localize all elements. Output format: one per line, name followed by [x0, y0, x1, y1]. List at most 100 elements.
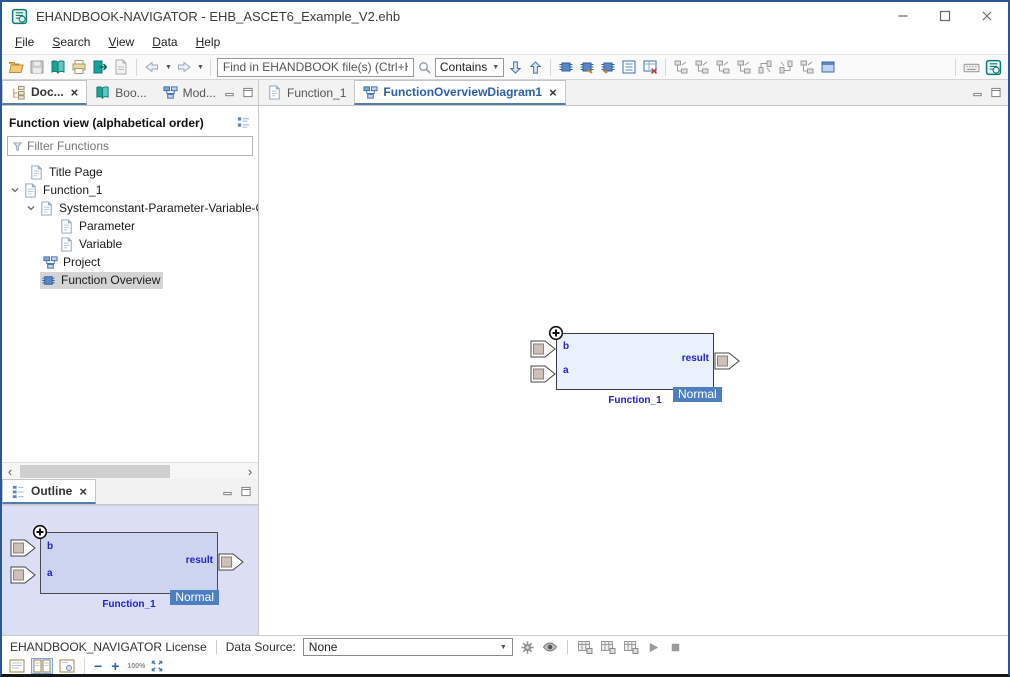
close-button[interactable] [966, 2, 1008, 30]
find-previous-icon[interactable] [527, 59, 544, 76]
diagram-canvas[interactable]: b a result Normal Function_1 [259, 106, 1008, 635]
ehandbook-icon[interactable] [49, 58, 67, 76]
expander-icon[interactable] [24, 203, 38, 213]
scrollbar-track[interactable] [18, 465, 242, 478]
calibration-grid-icon-3[interactable] [623, 639, 639, 655]
project-diagram-icon [43, 255, 58, 270]
input-port-icon[interactable] [530, 340, 556, 358]
diagram-nav-icon-1[interactable] [672, 58, 690, 76]
app-window: EHANDBOOK-NAVIGATOR - EHB_ASCET6_Example… [0, 0, 1010, 677]
tab-function-1[interactable]: Function_1 [259, 80, 354, 105]
navigator-help-icon[interactable] [984, 58, 1003, 77]
expand-diagram-icon[interactable] [777, 58, 795, 76]
maximize-view-icon[interactable] [240, 486, 251, 497]
tree-item-parameter[interactable]: Parameter [2, 217, 258, 235]
output-port-icon[interactable] [714, 352, 740, 370]
tab-book-view[interactable]: Boo... [87, 80, 154, 105]
start-measurement-icon[interactable] [646, 640, 661, 655]
pdf-export-icon[interactable] [112, 58, 130, 76]
new-window-icon[interactable] [819, 58, 837, 76]
single-page-view-icon[interactable] [6, 658, 28, 674]
thumbnail-view-icon[interactable] [56, 658, 78, 674]
contains-dropdown[interactable]: Contains ▼ [435, 58, 504, 77]
minimize-view-icon[interactable] [224, 87, 235, 98]
close-tab-icon[interactable]: × [79, 484, 87, 499]
find-next-icon[interactable] [507, 59, 524, 76]
menu-data[interactable]: Data [143, 32, 186, 52]
function-nav-icon[interactable] [578, 58, 596, 76]
print-icon[interactable] [70, 58, 88, 76]
menu-view[interactable]: View [99, 32, 143, 52]
calibration-grid-icon-1[interactable] [577, 639, 593, 655]
save-icon[interactable] [28, 58, 46, 76]
toolbar-right-group [952, 58, 1003, 77]
function-block[interactable]: b a result [556, 333, 714, 390]
export-icon[interactable] [91, 58, 109, 76]
filter-input[interactable] [27, 139, 249, 153]
tree-item-variable[interactable]: Variable [2, 235, 258, 253]
maximize-view-icon[interactable] [242, 87, 253, 98]
document-icon [59, 219, 74, 234]
calibration-grid-icon-2[interactable] [600, 639, 616, 655]
fit-to-screen-icon[interactable] [150, 659, 164, 673]
horizontal-scrollbar[interactable]: ‹ › [2, 462, 258, 479]
diagram-nav-icon-3[interactable] [714, 58, 732, 76]
search-icon[interactable] [417, 60, 432, 75]
window-title: EHANDBOOK-NAVIGATOR - EHB_ASCET6_Example… [36, 9, 400, 24]
view-controls [224, 80, 260, 105]
dropdown-caret-icon: ▼ [500, 644, 507, 651]
zoom-in-button[interactable]: + [108, 660, 122, 673]
tree-item-systemconstant[interactable]: Systemconstant-Parameter-Variable-C [2, 199, 258, 217]
close-tab-icon[interactable]: × [71, 85, 79, 100]
minimize-button[interactable] [882, 2, 924, 30]
forward-icon[interactable] [175, 58, 193, 76]
diagram-nav-icon-2[interactable] [693, 58, 711, 76]
scroll-left-icon[interactable]: ‹ [2, 464, 18, 479]
scrollbar-thumb[interactable] [20, 465, 170, 478]
scroll-right-icon[interactable]: › [242, 464, 258, 479]
diagram-overview-icon[interactable] [798, 58, 816, 76]
back-icon[interactable] [143, 58, 161, 76]
minimize-view-icon[interactable] [972, 87, 983, 98]
component-nav-icon[interactable] [599, 58, 617, 76]
left-panel: Doc... × Boo... Mod... Function view (al [2, 80, 259, 635]
outline-preview[interactable]: b a result Normal Function_1 [2, 505, 258, 635]
view-menu-icon[interactable] [236, 115, 251, 130]
tree-item-title-page[interactable]: Title Page [2, 163, 258, 181]
menu-file[interactable]: File [6, 32, 43, 52]
menu-search[interactable]: Search [43, 32, 99, 52]
expand-block-icon[interactable] [548, 325, 564, 341]
minimize-view-icon[interactable] [222, 486, 233, 497]
tab-outline[interactable]: Outline × [2, 479, 96, 504]
collapse-diagram-icon[interactable] [756, 58, 774, 76]
menu-help[interactable]: Help [187, 32, 230, 52]
tree-item-function-overview[interactable]: Function Overview [2, 271, 258, 289]
function-add-icon[interactable] [557, 58, 575, 76]
expander-icon[interactable] [8, 185, 22, 195]
close-tab-icon[interactable]: × [549, 85, 557, 100]
data-source-view-icon[interactable] [542, 639, 558, 655]
two-page-view-icon[interactable] [31, 658, 53, 674]
forward-dropdown-icon[interactable]: ▼ [197, 64, 204, 71]
open-file-icon[interactable] [7, 58, 25, 76]
table-remove-icon[interactable] [641, 58, 659, 76]
input-port-icon[interactable] [530, 365, 556, 383]
back-dropdown-icon[interactable]: ▼ [165, 64, 172, 71]
zoom-reset-button[interactable]: 100% [125, 663, 147, 670]
maximize-button[interactable] [924, 2, 966, 30]
maximize-view-icon[interactable] [990, 87, 1001, 98]
data-source-settings-icon[interactable] [520, 640, 535, 655]
tab-document-view[interactable]: Doc... × [2, 80, 87, 105]
toolbar-separator [955, 59, 956, 76]
tree-item-function-1[interactable]: Function_1 [2, 181, 258, 199]
find-input[interactable] [217, 58, 414, 77]
tree-item-project[interactable]: Project [2, 253, 258, 271]
keyboard-shortcuts-icon[interactable] [962, 58, 981, 77]
zoom-out-button[interactable]: − [91, 660, 105, 673]
list-view-icon[interactable] [620, 58, 638, 76]
diagram-split-icon[interactable] [735, 58, 753, 76]
data-source-dropdown[interactable]: None ▼ [303, 638, 513, 656]
tab-function-overview-diagram[interactable]: FunctionOverviewDiagram1 × [354, 80, 565, 105]
tab-model-view[interactable]: Mod... [155, 80, 224, 105]
stop-measurement-icon[interactable] [668, 640, 683, 655]
